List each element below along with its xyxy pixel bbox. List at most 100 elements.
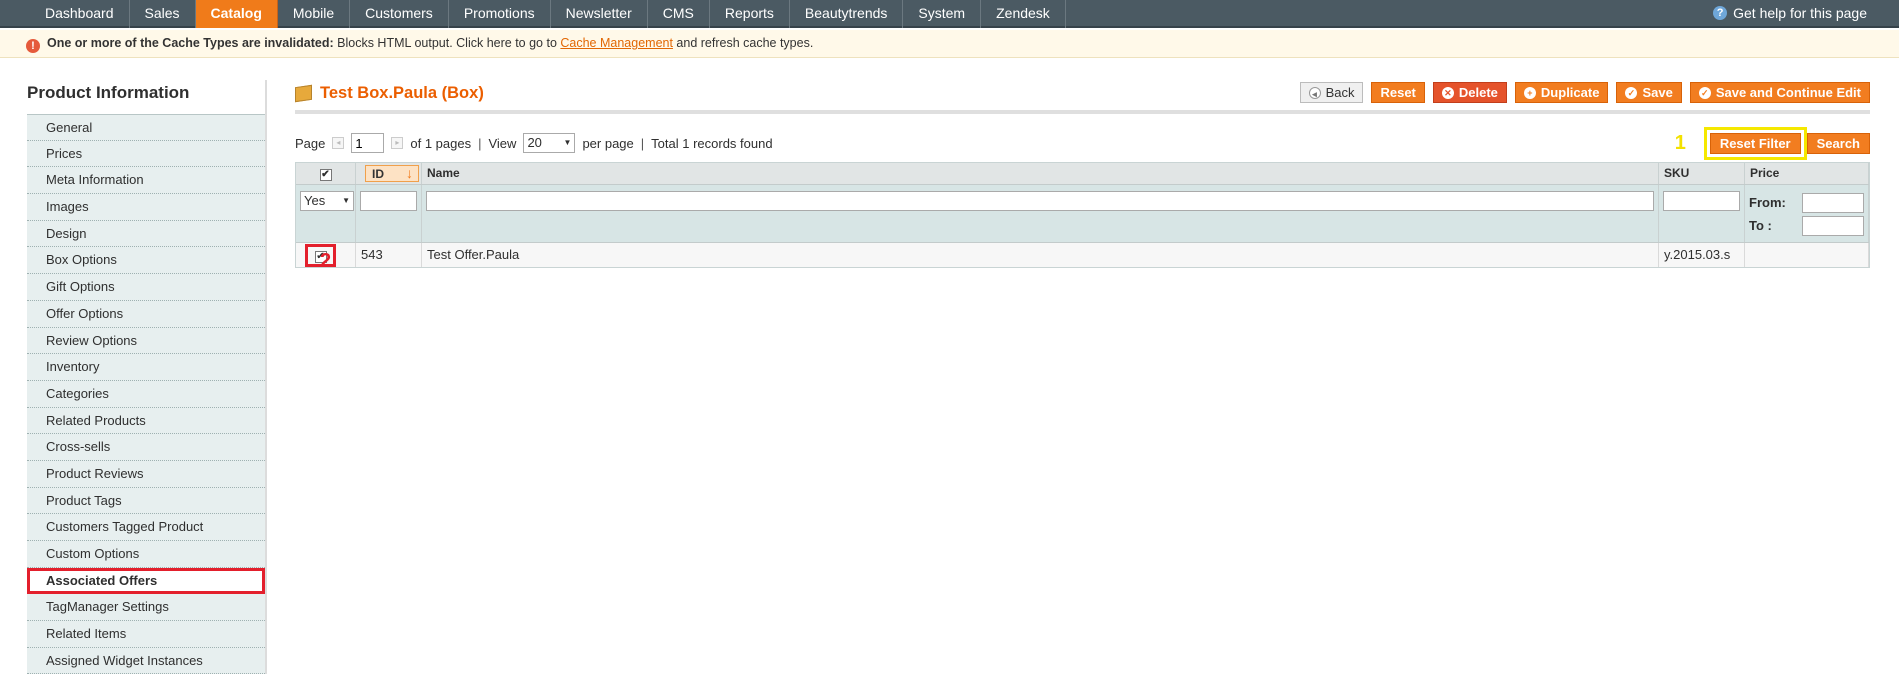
- price-to-input[interactable]: [1802, 215, 1864, 236]
- save-label: Save: [1642, 85, 1673, 100]
- price-from-input[interactable]: [1802, 192, 1864, 213]
- table-row[interactable]: ✔ 543 Test Offer.Paula y.2015.03.s: [296, 243, 1869, 267]
- name-column-header[interactable]: Name: [422, 163, 1659, 184]
- notice-text: Blocks HTML output. Click here to go to: [333, 36, 561, 50]
- id-header-label: ID: [372, 167, 384, 181]
- box-icon: [295, 84, 312, 103]
- save-continue-button[interactable]: ✓ Save and Continue Edit: [1689, 82, 1870, 103]
- delete-label: Delete: [1458, 85, 1498, 100]
- row-name: Test Offer.Paula: [422, 243, 1659, 267]
- nav-item-sales[interactable]: Sales: [130, 0, 196, 28]
- duplicate-button[interactable]: + Duplicate: [1514, 82, 1609, 103]
- page-title: Test Box.Paula (Box): [295, 84, 484, 103]
- back-label: Back: [1325, 85, 1355, 100]
- back-button[interactable]: ◂ Back: [1299, 82, 1364, 103]
- sidebar-item-related-products[interactable]: Related Products: [27, 407, 265, 435]
- annotation-marker-1: 1: [1674, 132, 1686, 154]
- name-filter-input[interactable]: [426, 191, 1654, 211]
- sidebar-item-customers-tagged-product[interactable]: Customers Tagged Product: [27, 514, 265, 541]
- nav-item-zendesk[interactable]: Zendesk: [981, 0, 1066, 28]
- per-page-select[interactable]: 20: [523, 133, 576, 153]
- page-label: Page: [295, 135, 326, 151]
- next-page-icon[interactable]: ▸: [391, 137, 404, 149]
- sidebar-item-box-options[interactable]: Box Options: [27, 247, 265, 275]
- sku-filter-input[interactable]: [1663, 191, 1740, 211]
- id-filter-input[interactable]: [360, 191, 417, 211]
- reset-button[interactable]: Reset: [1371, 82, 1425, 103]
- nav-item-newsletter[interactable]: Newsletter: [551, 0, 648, 28]
- nav-item-cms[interactable]: CMS: [648, 0, 710, 28]
- sidebar-item-prices[interactable]: Prices: [27, 140, 265, 168]
- notice-suffix: and refresh cache types.: [672, 36, 814, 50]
- sidebar-item-images[interactable]: Images: [27, 194, 265, 221]
- in-offer-filter: Yes: [296, 185, 356, 242]
- nav-item-customers[interactable]: Customers: [350, 0, 449, 28]
- select-all-checkbox[interactable]: ✔: [319, 169, 332, 181]
- nav-item-mobile[interactable]: Mobile: [278, 0, 351, 28]
- sidebar-tabs: General Prices Meta Information Images Desig…: [27, 114, 267, 675]
- plus-icon: +: [1523, 86, 1536, 99]
- sidebar-item-categories[interactable]: Categories: [27, 380, 265, 408]
- help-link[interactable]: ? Get help for this page: [1713, 0, 1867, 26]
- sidebar-item-tagmanager-settings[interactable]: TagManager Settings: [27, 594, 265, 622]
- sku-column-header[interactable]: SKU: [1659, 163, 1745, 184]
- sidebar-item-gift-options[interactable]: Gift Options: [27, 274, 265, 301]
- sidebar-item-product-tags[interactable]: Product Tags: [27, 487, 265, 515]
- product-info-sidebar: Product Information General Prices Meta In…: [27, 80, 267, 675]
- nav-item-reports[interactable]: Reports: [710, 0, 790, 28]
- offers-grid: ✔ ID ↓ Name SKU Price Yes From: To : ✔ 54…: [295, 162, 1870, 268]
- sidebar-item-cross-sells[interactable]: Cross-sells: [27, 434, 265, 461]
- page-header: Test Box.Paula (Box) ◂ Back Reset ✕ Delete…: [295, 82, 1870, 114]
- check-icon: ✓: [1698, 86, 1711, 99]
- sku-filter: [1659, 185, 1745, 242]
- sidebar-item-custom-options[interactable]: Custom Options: [27, 541, 265, 568]
- sidebar-item-offer-options[interactable]: Offer Options: [27, 300, 265, 328]
- save-button[interactable]: ✓ Save: [1616, 82, 1682, 103]
- row-price: [1745, 243, 1869, 267]
- sidebar-item-associated-offers[interactable]: Associated Offers: [27, 567, 265, 595]
- back-icon: ◂: [1308, 86, 1321, 99]
- sidebar-item-review-options[interactable]: Review Options: [27, 327, 265, 355]
- main-content: Test Box.Paula (Box) ◂ Back Reset ✕ Delete…: [295, 82, 1870, 272]
- delete-button[interactable]: ✕ Delete: [1432, 82, 1507, 103]
- prev-page-icon[interactable]: ◂: [332, 137, 345, 149]
- name-filter: [422, 185, 1659, 242]
- id-column-header[interactable]: ID ↓: [356, 163, 422, 184]
- in-offer-select[interactable]: Yes: [300, 191, 354, 211]
- help-label: Get help for this page: [1733, 5, 1867, 21]
- select-all-column[interactable]: ✔: [296, 163, 356, 184]
- duplicate-label: Duplicate: [1540, 85, 1600, 100]
- sidebar-item-assigned-widget-instances[interactable]: Assigned Widget Instances: [27, 647, 265, 675]
- nav-item-promotions[interactable]: Promotions: [449, 0, 551, 28]
- page-input[interactable]: [351, 133, 385, 153]
- sidebar-item-related-items[interactable]: Related Items: [27, 621, 265, 648]
- sort-arrow-icon: ↓: [406, 165, 413, 181]
- nav-item-beautytrends[interactable]: Beautytrends: [790, 0, 904, 28]
- grid-header: ✔ ID ↓ Name SKU Price: [296, 163, 1869, 185]
- search-button[interactable]: Search: [1806, 133, 1870, 154]
- nav-menu: Dashboard Sales Catalog Mobile Customers Prom…: [30, 0, 1066, 28]
- sidebar-item-meta-information[interactable]: Meta Information: [27, 167, 265, 195]
- notice-bold: One or more of the Cache Types are inval…: [47, 36, 334, 50]
- nav-item-system[interactable]: System: [903, 0, 982, 28]
- cache-management-link[interactable]: Cache Management: [560, 36, 673, 50]
- id-sort[interactable]: ID ↓: [365, 165, 419, 182]
- page-title-text: Test Box.Paula (Box): [320, 84, 484, 102]
- reset-filter-button[interactable]: Reset Filter: [1709, 133, 1801, 154]
- sidebar-item-general[interactable]: General: [27, 114, 265, 141]
- nav-item-catalog[interactable]: Catalog: [195, 0, 278, 28]
- price-to-label: To :: [1749, 218, 1772, 233]
- reset-label: Reset: [1380, 85, 1416, 100]
- sidebar-item-product-reviews[interactable]: Product Reviews: [27, 460, 265, 488]
- reset-filter-highlight: Reset Filter: [1703, 127, 1807, 160]
- sidebar-item-inventory[interactable]: Inventory: [27, 354, 265, 381]
- id-filter: [356, 185, 422, 242]
- warning-icon: !: [26, 39, 40, 53]
- price-column-header[interactable]: Price: [1745, 163, 1869, 184]
- grid-filter-row: Yes From: To :: [296, 185, 1869, 243]
- of-pages: of 1 pages: [410, 135, 472, 151]
- cache-notice: ! One or more of the Cache Types are inva…: [0, 30, 1899, 58]
- help-icon: ?: [1713, 6, 1728, 20]
- nav-item-dashboard[interactable]: Dashboard: [30, 0, 130, 28]
- sidebar-item-design[interactable]: Design: [27, 220, 265, 248]
